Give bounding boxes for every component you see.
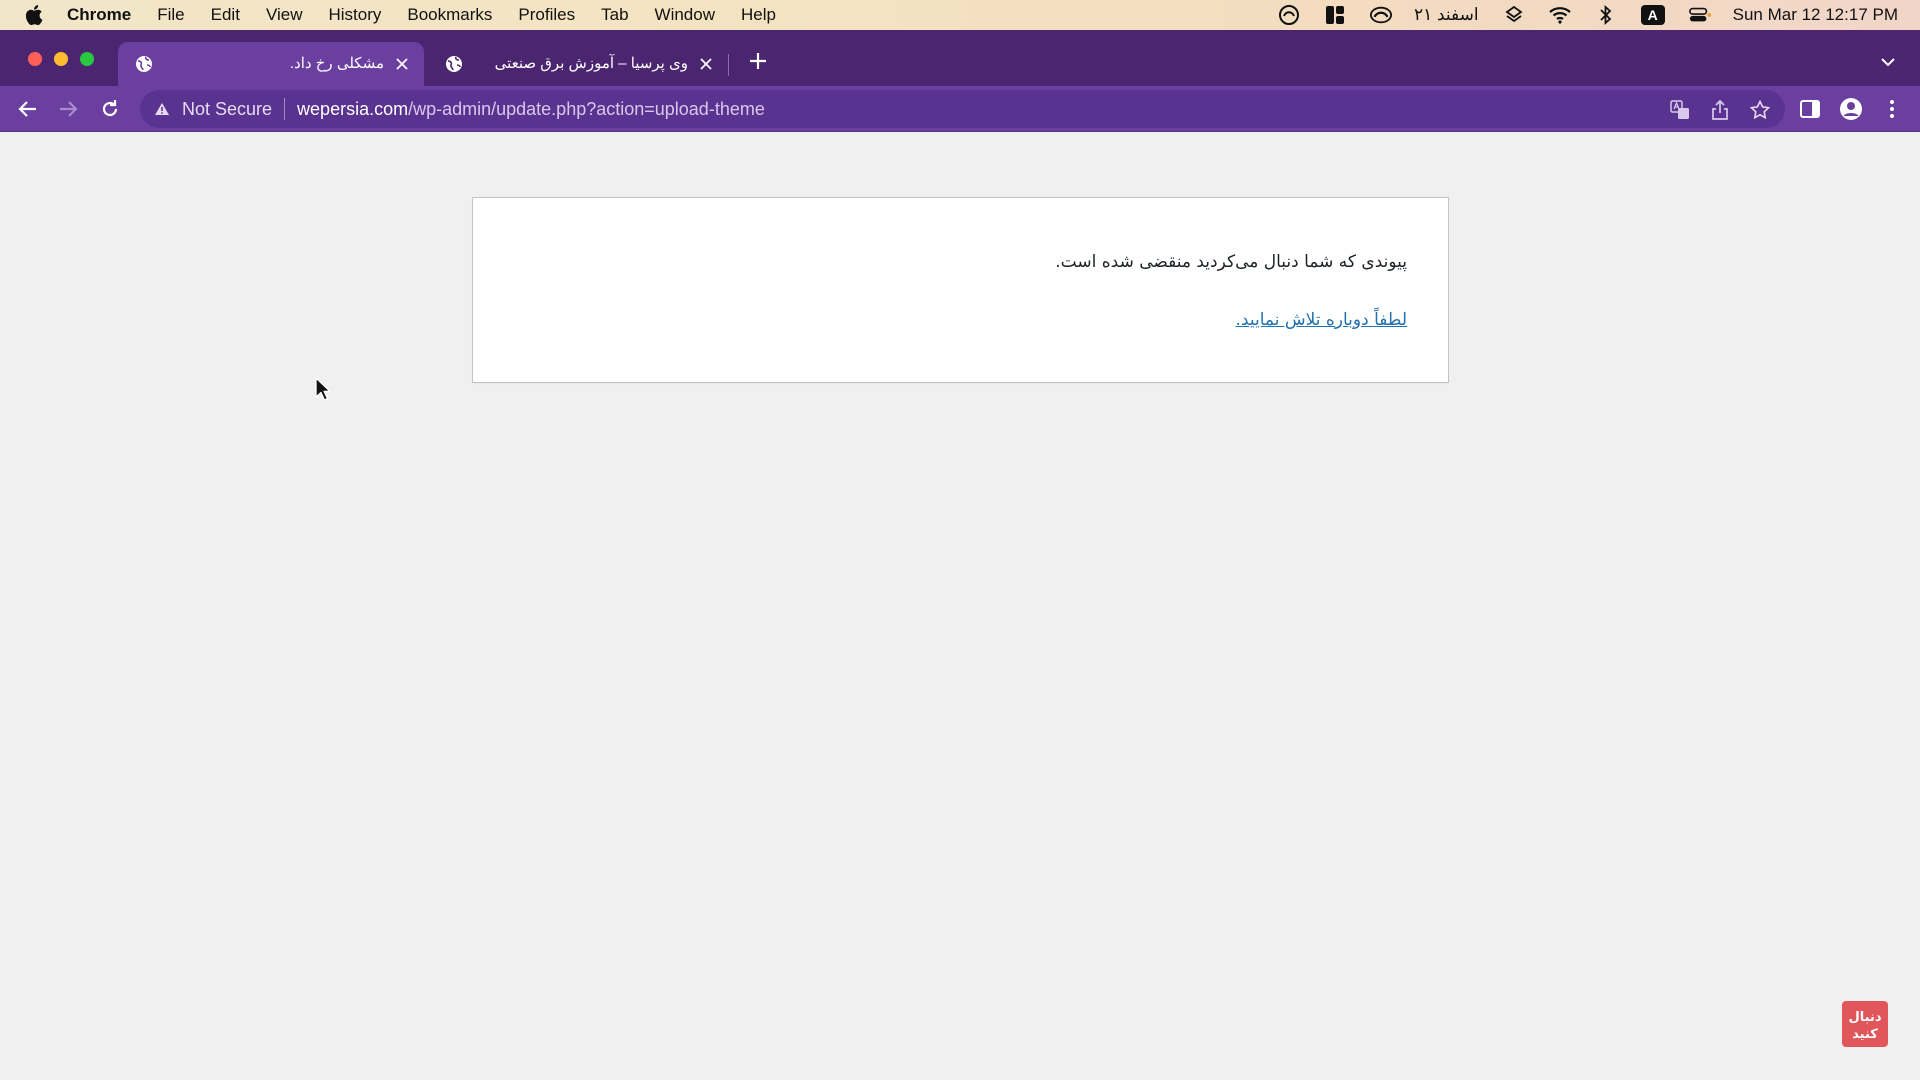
reload-icon[interactable]: [98, 97, 122, 121]
url-path: /wp-admin/update.php?action=upload-theme: [408, 98, 765, 119]
forward-icon[interactable]: [56, 97, 80, 121]
warning-triangle-icon[interactable]: [152, 99, 172, 119]
channel-watermark-logo: دنبال کنید: [1842, 1001, 1888, 1047]
creative-cloud-icon[interactable]: [1278, 4, 1300, 26]
menu-file[interactable]: File: [157, 5, 184, 25]
not-secure-label[interactable]: Not Secure: [182, 99, 272, 120]
control-center-icon[interactable]: [1688, 4, 1711, 26]
side-panel-icon[interactable]: [1798, 97, 1822, 121]
close-window-button[interactable]: [28, 52, 42, 66]
globe-icon: [134, 54, 154, 74]
tab-title: مشکلی رخ داد.: [289, 55, 384, 72]
window-layout-icon[interactable]: [1324, 4, 1346, 26]
svg-text:کنید: کنید: [1852, 1027, 1878, 1042]
retry-link[interactable]: لطفاً دوباره تلاش نمایید.: [1236, 308, 1407, 332]
macos-menu-bar: Chrome File Edit View History Bookmarks …: [0, 0, 1920, 30]
browser-tab-strip: مشکلی رخ داد. وی پرسیا – آموزش برق صنعتی: [0, 30, 1920, 86]
input-source-indicator[interactable]: A: [1640, 5, 1665, 25]
address-bar[interactable]: Not Secure wepersia.com/wp-admin/update.…: [140, 90, 1785, 128]
zoom-window-button[interactable]: [80, 52, 94, 66]
menu-edit[interactable]: Edit: [211, 5, 240, 25]
url-text[interactable]: wepersia.com/wp-admin/update.php?action=…: [297, 99, 765, 120]
stack-icon[interactable]: [1503, 4, 1525, 26]
profile-avatar-icon[interactable]: [1839, 97, 1863, 121]
back-icon[interactable]: [16, 97, 40, 121]
menu-help[interactable]: Help: [741, 5, 776, 25]
menubar-clock[interactable]: Sun Mar 12 12:17 PM: [1733, 5, 1898, 25]
browser-toolbar: Not Secure wepersia.com/wp-admin/update.…: [0, 86, 1920, 132]
menu-history[interactable]: History: [328, 5, 381, 25]
menu-profiles[interactable]: Profiles: [518, 5, 575, 25]
tab-active[interactable]: مشکلی رخ داد.: [118, 42, 424, 86]
bookmark-star-icon[interactable]: [1749, 99, 1771, 121]
globe-icon: [444, 54, 464, 74]
tab-inactive[interactable]: وی پرسیا – آموزش برق صنعتی: [428, 42, 728, 86]
omnibox-divider: [284, 98, 286, 120]
minimize-window-button[interactable]: [54, 52, 68, 66]
wifi-icon[interactable]: [1548, 4, 1571, 26]
bluetooth-icon[interactable]: [1595, 4, 1617, 26]
error-message: پیوندی که شما دنبال می‌کردید منقضی شده ا…: [1055, 252, 1407, 272]
tab-search-chevron-icon[interactable]: [1876, 50, 1900, 74]
svg-text:دنبال: دنبال: [1848, 1010, 1881, 1025]
menu-bookmarks[interactable]: Bookmarks: [407, 5, 492, 25]
menu-view[interactable]: View: [266, 5, 303, 25]
wp-error-card: پیوندی که شما دنبال می‌کردید منقضی شده ا…: [472, 197, 1449, 383]
tab-title: وی پرسیا – آموزش برق صنعتی: [494, 55, 688, 72]
more-menu-icon[interactable]: [1880, 97, 1904, 121]
tab-separator: [728, 54, 729, 76]
persian-date[interactable]: ۲۱ اسفند: [1414, 5, 1479, 25]
share-icon[interactable]: [1709, 99, 1731, 121]
mouse-cursor-icon: [315, 377, 331, 401]
new-tab-button[interactable]: [745, 50, 771, 76]
close-tab-icon[interactable]: [392, 54, 412, 74]
menu-app-name[interactable]: Chrome: [67, 5, 131, 25]
menu-tab[interactable]: Tab: [601, 5, 628, 25]
close-tab-icon[interactable]: [696, 54, 716, 74]
window-controls: [28, 52, 94, 66]
translate-icon[interactable]: [1669, 99, 1691, 121]
apple-menu-icon[interactable]: [25, 5, 43, 25]
menu-window[interactable]: Window: [655, 5, 715, 25]
adobe-cloud-icon[interactable]: [1370, 4, 1392, 26]
url-host: wepersia.com: [297, 98, 409, 119]
